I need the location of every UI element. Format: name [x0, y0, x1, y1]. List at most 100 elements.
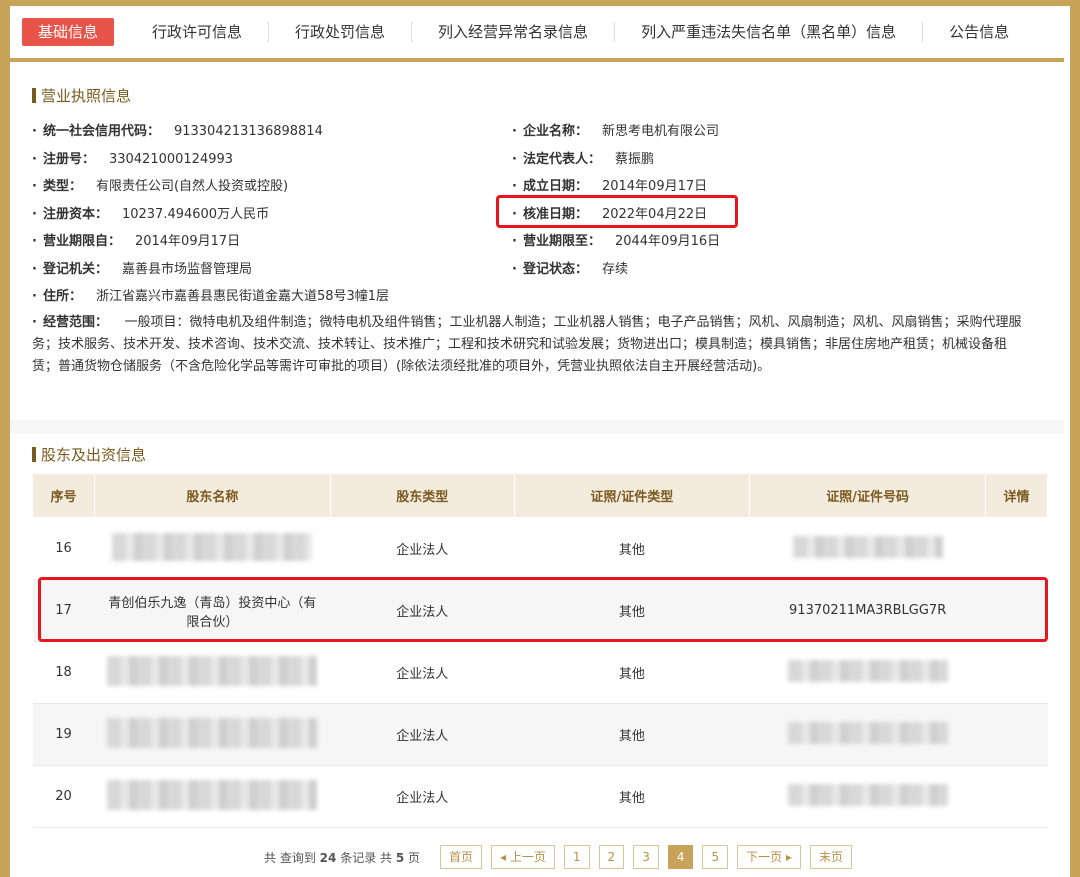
- tab-admin-license[interactable]: 行政许可信息: [126, 22, 270, 42]
- table-row: 16 企业法人 其他: [32, 517, 1048, 580]
- page-2-button[interactable]: 2: [598, 845, 625, 869]
- field-address: · 住所： 浙江省嘉兴市嘉善县惠民街道金嘉大道58号3幢1层: [32, 289, 390, 304]
- value: 嘉善县市场监督管理局: [121, 262, 252, 277]
- field-type: · 类型： 有限责任公司(自然人投资或控股): [32, 179, 289, 194]
- label: 法定代表人：: [522, 152, 601, 167]
- label: 登记状态：: [522, 262, 588, 277]
- label: 注册资本：: [42, 207, 108, 222]
- label: 登记机关：: [42, 262, 108, 277]
- field-legal-rep: · 法定代表人： 蔡振鹏: [512, 152, 654, 167]
- cell-detail[interactable]: [985, 641, 1048, 704]
- cell-type: 企业法人: [330, 641, 515, 704]
- first-page-button[interactable]: 首页: [440, 845, 483, 869]
- label: 注册号：: [42, 152, 95, 167]
- highlight-row-17: [38, 577, 1048, 642]
- cell-type: 企业法人: [330, 765, 515, 828]
- field-authority: · 登记机关： 嘉善县市场监督管理局: [32, 262, 252, 277]
- cell-cert-no-redacted: [749, 703, 986, 766]
- label: 住所：: [42, 289, 82, 304]
- page-3-button[interactable]: 3: [633, 845, 659, 869]
- cell-no: 20: [32, 765, 95, 828]
- cell-no: 19: [32, 703, 95, 766]
- next-page-button[interactable]: 下一页 ▸: [737, 845, 801, 869]
- cell-cert-type: 其他: [514, 641, 750, 704]
- cell-name-redacted: [94, 641, 331, 704]
- value: 一般项目：微特电机及组件制造；微特电机及组件销售；工业机器人制造；工业机器人销售…: [32, 315, 1022, 374]
- cell-name-redacted: [94, 765, 331, 828]
- summary-suffix: 页: [408, 850, 421, 865]
- section-divider: [10, 420, 1064, 434]
- page-5-button[interactable]: 5: [702, 845, 729, 869]
- cell-detail[interactable]: [985, 765, 1048, 828]
- page-4-button[interactable]: 4: [667, 845, 694, 869]
- field-term-to: · 营业期限至： 2044年09月16日: [512, 234, 721, 249]
- cell-cert-type: 其他: [514, 765, 750, 828]
- field-status: · 登记状态： 存续: [512, 262, 628, 277]
- header-detail: 详情: [985, 473, 1048, 518]
- field-term-from: · 营业期限自： 2014年09月17日: [32, 234, 241, 249]
- value: 913304213136898814: [173, 124, 323, 139]
- highlight-approve-date: [496, 195, 738, 228]
- value: 存续: [601, 262, 628, 277]
- value: 2014年09月17日: [601, 179, 708, 194]
- field-est-date: · 成立日期： 2014年09月17日: [512, 179, 708, 194]
- header-cert-no: 证照/证件号码: [749, 473, 987, 518]
- value: 浙江省嘉兴市嘉善县惠民街道金嘉大道58号3幢1层: [95, 289, 390, 304]
- tab-abnormal-list[interactable]: 列入经营异常名录信息: [412, 22, 616, 42]
- summary-mid: 条记录 共: [340, 850, 393, 865]
- value: 330421000124993: [108, 152, 234, 167]
- label: 经营范围：: [42, 315, 108, 330]
- title-bar-marker: [32, 88, 36, 103]
- pagination: 共 查询到 24 条记录 共 5 页 首页 ◂ 上一页 1 2 3 4 5 下一…: [264, 845, 861, 869]
- header-name: 股东名称: [93, 473, 331, 518]
- field-reg-no: · 注册号： 330421000124993: [32, 152, 234, 167]
- label: 成立日期：: [522, 179, 588, 194]
- value: 10237.494600万人民币: [121, 207, 270, 222]
- license-title-text: 营业执照信息: [41, 87, 132, 105]
- header-cert-type: 证照/证件类型: [513, 473, 751, 518]
- prev-page-button[interactable]: ◂ 上一页: [491, 845, 555, 869]
- pagination-summary: 共 查询到 24 条记录 共 5 页: [264, 849, 420, 866]
- shareholder-title-text: 股东及出资信息: [41, 446, 147, 464]
- header-no: 序号: [32, 473, 95, 518]
- cell-type: 企业法人: [330, 517, 515, 580]
- cell-cert-type: 其他: [514, 703, 750, 766]
- shareholder-section-title: 股东及出资信息: [32, 444, 146, 465]
- tab-bar: 基础信息 行政许可信息 行政处罚信息 列入经营异常名录信息 列入严重违法失信名单…: [10, 6, 1064, 62]
- cell-cert-no-redacted: [749, 765, 986, 828]
- value: 蔡振鹏: [614, 152, 654, 167]
- value: 2044年09月16日: [614, 234, 721, 249]
- label: 企业名称：: [522, 124, 588, 139]
- label: 营业期限至：: [522, 234, 601, 249]
- cell-cert-no-redacted: [749, 641, 986, 704]
- summary-prefix: 共 查询到: [264, 850, 316, 865]
- tab-blacklist[interactable]: 列入严重违法失信名单（黑名单）信息: [615, 22, 924, 42]
- cell-name-redacted: [94, 517, 331, 580]
- summary-total: 24: [319, 850, 337, 865]
- header-type: 股东类型: [329, 473, 515, 518]
- shareholder-table: 序号 股东名称 股东类型 证照/证件类型 证照/证件号码 详情 16 企业法人 …: [32, 473, 1048, 828]
- tab-admin-penalty[interactable]: 行政处罚信息: [269, 22, 413, 42]
- last-page-button[interactable]: 末页: [809, 845, 852, 869]
- label: 类型：: [42, 179, 82, 194]
- cell-type: 企业法人: [330, 703, 515, 766]
- page-1-button[interactable]: 1: [563, 845, 590, 869]
- cell-cert-type: 其他: [514, 517, 750, 580]
- tab-basic-info[interactable]: 基础信息: [22, 18, 115, 46]
- cell-detail[interactable]: [985, 703, 1048, 766]
- summary-pages: 5: [395, 850, 405, 865]
- field-company-name: · 企业名称： 新思考电机有限公司: [512, 124, 719, 139]
- license-section-title: 营业执照信息: [32, 85, 131, 106]
- value: 新思考电机有限公司: [601, 124, 719, 139]
- table-row: 18 企业法人 其他: [32, 641, 1048, 704]
- field-credit-code: · 统一社会信用代码： 913304213136898814: [32, 124, 323, 139]
- field-business-scope: · 经营范围： 一般项目：微特电机及组件制造；微特电机及组件销售；工业机器人制造；…: [32, 315, 1022, 374]
- cell-name-redacted: [94, 703, 331, 766]
- table-row: 19 企业法人 其他: [32, 703, 1048, 766]
- field-capital: · 注册资本： 10237.494600万人民币: [32, 207, 270, 222]
- cell-detail[interactable]: [985, 517, 1048, 580]
- label: 营业期限自：: [42, 234, 121, 249]
- value: 有限责任公司(自然人投资或控股): [95, 179, 289, 194]
- tab-announcement[interactable]: 公告信息: [923, 22, 1035, 42]
- cell-no: 18: [32, 641, 95, 704]
